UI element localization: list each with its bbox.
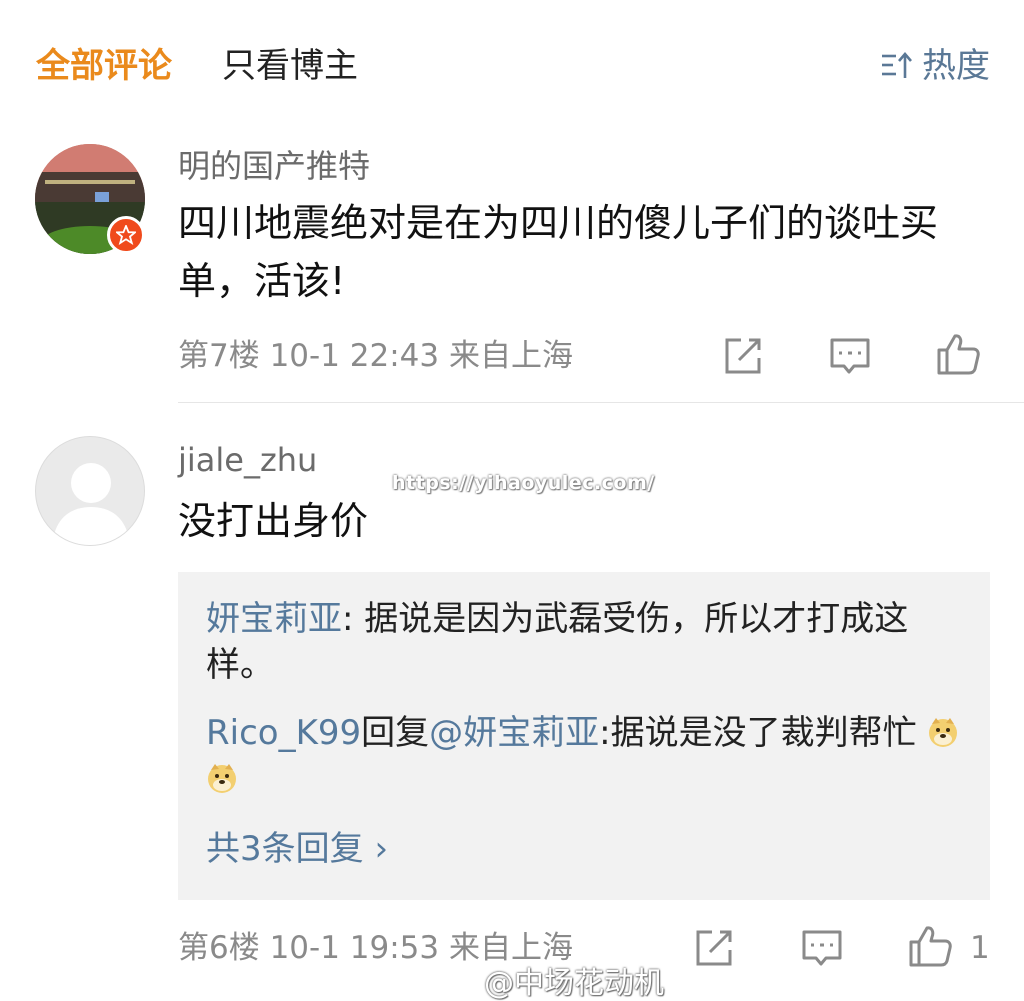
reply-separator: : [342, 599, 365, 639]
reply-separator: : [599, 713, 611, 753]
like-count: 1 [970, 930, 990, 966]
reply-item: 妍宝莉亚: 据说是因为武磊受伤，所以才打成这样。 [206, 596, 966, 688]
avatar[interactable] [35, 144, 145, 254]
reply-item: Rico_K99回复@妍宝莉亚:据说是没了裁判帮忙 [206, 710, 966, 802]
comment-icon[interactable] [800, 926, 844, 970]
comment-meta: 第7楼 10-1 22:43 来自上海 [178, 338, 573, 374]
doge-emoji [208, 764, 236, 793]
star-badge-icon [107, 216, 145, 254]
tab-all-comments[interactable]: 全部评论 [36, 44, 172, 88]
tab-blogger-only[interactable]: 只看博主 [222, 44, 358, 88]
comments-page: 全部评论 只看博主 热度 明的国产推特 四川地震绝对是在为四川的傻儿子们的谈吐买… [0, 0, 1024, 1001]
avatar[interactable] [35, 436, 145, 546]
reply-mention[interactable]: @妍宝莉亚 [429, 713, 599, 753]
weibo-watermark-text: @中场花动机 [484, 966, 664, 1001]
repost-icon[interactable] [692, 926, 736, 970]
reply-verb: 回复 [361, 713, 430, 753]
sort-icon [882, 52, 912, 78]
thumbs-up-icon[interactable] [936, 332, 980, 376]
reply-username[interactable]: Rico_K99 [206, 713, 361, 753]
comment-tab-bar: 全部评论 只看博主 热度 [0, 0, 1024, 130]
comment-username[interactable]: jiale_zhu [178, 440, 317, 480]
reply-text: 据说是没了裁判帮忙 [610, 713, 917, 753]
default-avatar-icon [52, 463, 130, 545]
sort-by-popularity-button[interactable]: 热度 [880, 44, 990, 88]
comment-text: 没打出身价 [178, 499, 369, 543]
divider [178, 402, 1024, 403]
comment-text: 四川地震绝对是在为四川的傻儿子们的谈吐买单，活该! [178, 201, 939, 303]
repost-icon[interactable] [721, 334, 765, 378]
weibo-watermark: @中场花动机 [440, 960, 664, 1001]
weibo-logo-icon [440, 965, 479, 996]
doge-emoji [929, 718, 958, 747]
comment-username[interactable]: 明的国产推特 [178, 146, 370, 186]
reply-box[interactable]: 妍宝莉亚: 据说是因为武磊受伤，所以才打成这样。 Rico_K99回复@妍宝莉亚… [178, 572, 990, 900]
sort-label: 热度 [922, 46, 990, 86]
thumbs-up-icon[interactable] [908, 924, 952, 968]
url-watermark: https://yihaoyulec.com/ [392, 472, 655, 494]
reply-username[interactable]: 妍宝莉亚 [206, 599, 342, 639]
comment-icon[interactable] [828, 334, 872, 378]
view-all-replies-link[interactable]: 共3条回复 › [206, 826, 388, 872]
